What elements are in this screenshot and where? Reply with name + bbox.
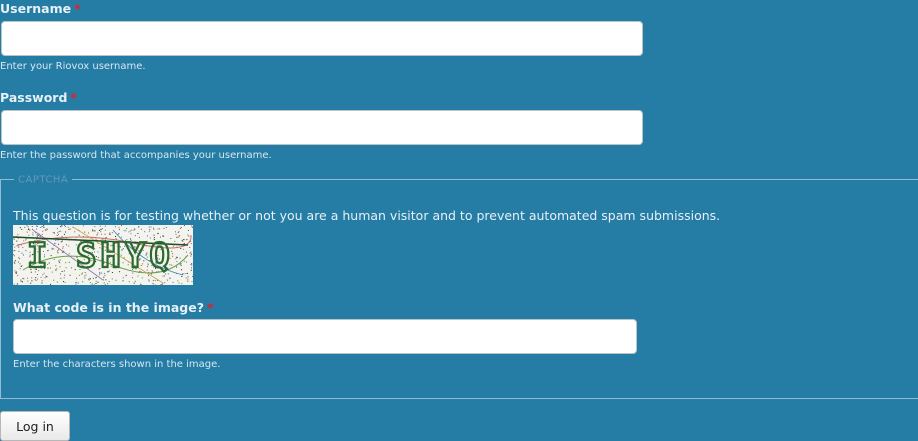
captcha-code-description: Enter the characters shown in the image. xyxy=(13,359,220,370)
captcha-code-input[interactable] xyxy=(13,319,637,354)
login-button[interactable]: Log in xyxy=(0,411,70,441)
password-input[interactable] xyxy=(1,110,643,145)
username-description: Enter your Riovox username. xyxy=(0,61,146,72)
required-marker: * xyxy=(74,1,81,16)
captcha-glyph: I SHYQ xyxy=(27,236,174,276)
username-label: Username* xyxy=(0,1,81,16)
captcha-code-label-text: What code is in the image? xyxy=(13,300,204,315)
captcha-image: I SHYQ xyxy=(13,225,193,285)
captcha-legend: CAPTCHA xyxy=(14,175,72,186)
username-input[interactable] xyxy=(1,21,643,56)
password-description: Enter the password that accompanies your… xyxy=(0,150,272,161)
required-marker: * xyxy=(70,90,77,105)
captcha-description: This question is for testing whether or … xyxy=(13,208,720,223)
password-label-text: Password xyxy=(0,90,67,105)
captcha-code-label: What code is in the image?* xyxy=(13,300,214,315)
username-label-text: Username xyxy=(0,1,71,16)
required-marker: * xyxy=(207,300,214,315)
password-label: Password* xyxy=(0,90,77,105)
